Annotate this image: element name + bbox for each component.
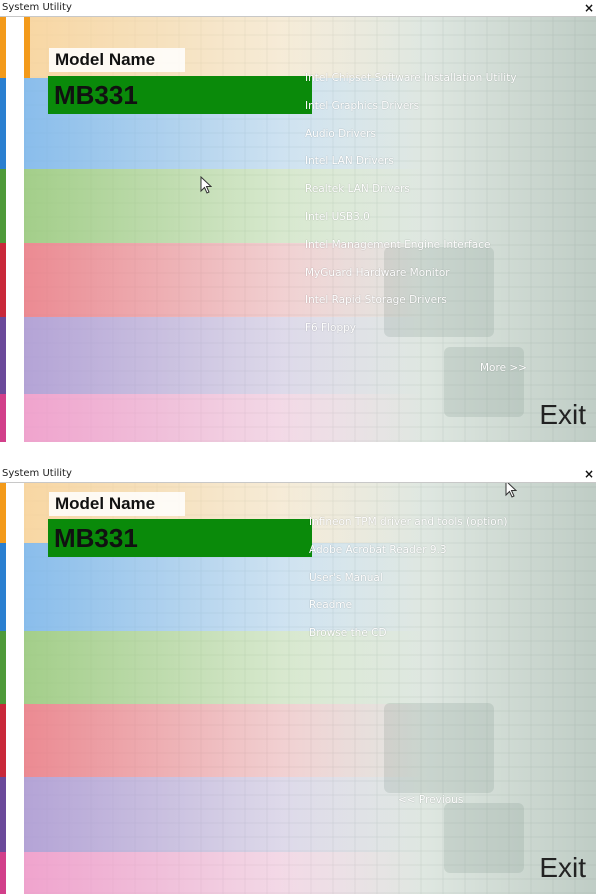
- model-name-label: Model Name: [49, 48, 185, 72]
- menu-item[interactable]: Intel Graphics Drivers: [305, 100, 517, 128]
- band-pink: [24, 852, 596, 894]
- menu-item[interactable]: F6 Floppy: [305, 322, 517, 350]
- more-button[interactable]: More >>: [480, 362, 527, 374]
- main-panel: Model Name MB331 Infineon TPM driver and…: [24, 483, 596, 894]
- system-utility-window-page2: System Utility × Model Name MB331 Infine…: [0, 466, 596, 894]
- driver-menu: Intel Chipset Software Installation Util…: [305, 72, 517, 350]
- menu-item[interactable]: Infineon TPM driver and tools (option): [309, 516, 507, 544]
- menu-item[interactable]: Intel LAN Drivers: [305, 155, 517, 183]
- menu-item[interactable]: MyGuard Hardware Monitor: [305, 267, 517, 295]
- exit-button[interactable]: Exit: [539, 399, 586, 431]
- exit-button[interactable]: Exit: [539, 852, 586, 884]
- strip-purple: [0, 777, 6, 852]
- driver-menu: Infineon TPM driver and tools (option) A…: [309, 516, 507, 655]
- close-icon[interactable]: ×: [584, 0, 594, 16]
- window-title: System Utility: [2, 2, 72, 13]
- menu-item[interactable]: Browse the CD: [309, 627, 507, 655]
- menu-item[interactable]: Intel USB3.0: [305, 211, 517, 239]
- menu-item[interactable]: Intel Rapid Storage Drivers: [305, 294, 517, 322]
- menu-item[interactable]: Readme: [309, 599, 507, 627]
- system-utility-window-page1: System Utility × Model Name MB331 Intel …: [0, 0, 596, 442]
- main-panel: Model Name MB331 Intel Chipset Software …: [24, 17, 596, 442]
- strip-blue: [0, 78, 6, 169]
- window-title: System Utility: [2, 468, 72, 479]
- band-red: [24, 704, 596, 777]
- band-pink: [24, 394, 596, 442]
- menu-item[interactable]: Realtek LAN Drivers: [305, 183, 517, 211]
- menu-item[interactable]: Adobe Acrobat Reader 9.3: [309, 544, 507, 572]
- model-name-label: Model Name: [49, 492, 185, 516]
- strip-green: [0, 169, 6, 243]
- strip-blue: [0, 543, 6, 631]
- strip-orange: [0, 483, 6, 543]
- title-bar: System Utility ×: [0, 0, 596, 17]
- title-bar: System Utility ×: [0, 466, 596, 483]
- strip-pink: [0, 852, 6, 894]
- model-name-value: MB331: [48, 519, 312, 557]
- previous-button[interactable]: << Previous: [398, 794, 463, 806]
- strip-purple: [0, 317, 6, 394]
- menu-item[interactable]: Intel Management Engine Interface: [305, 239, 517, 267]
- band-purple: [24, 777, 596, 852]
- strip-red: [0, 704, 6, 777]
- strip-green: [0, 631, 6, 704]
- strip-pink: [0, 394, 6, 442]
- menu-item[interactable]: User's Manual: [309, 572, 507, 600]
- strip-orange: [0, 17, 6, 78]
- menu-item[interactable]: Audio Drivers: [305, 128, 517, 156]
- strip-red: [0, 243, 6, 317]
- model-name-value: MB331: [48, 76, 312, 114]
- close-icon[interactable]: ×: [584, 466, 594, 482]
- menu-item[interactable]: Intel Chipset Software Installation Util…: [305, 72, 517, 100]
